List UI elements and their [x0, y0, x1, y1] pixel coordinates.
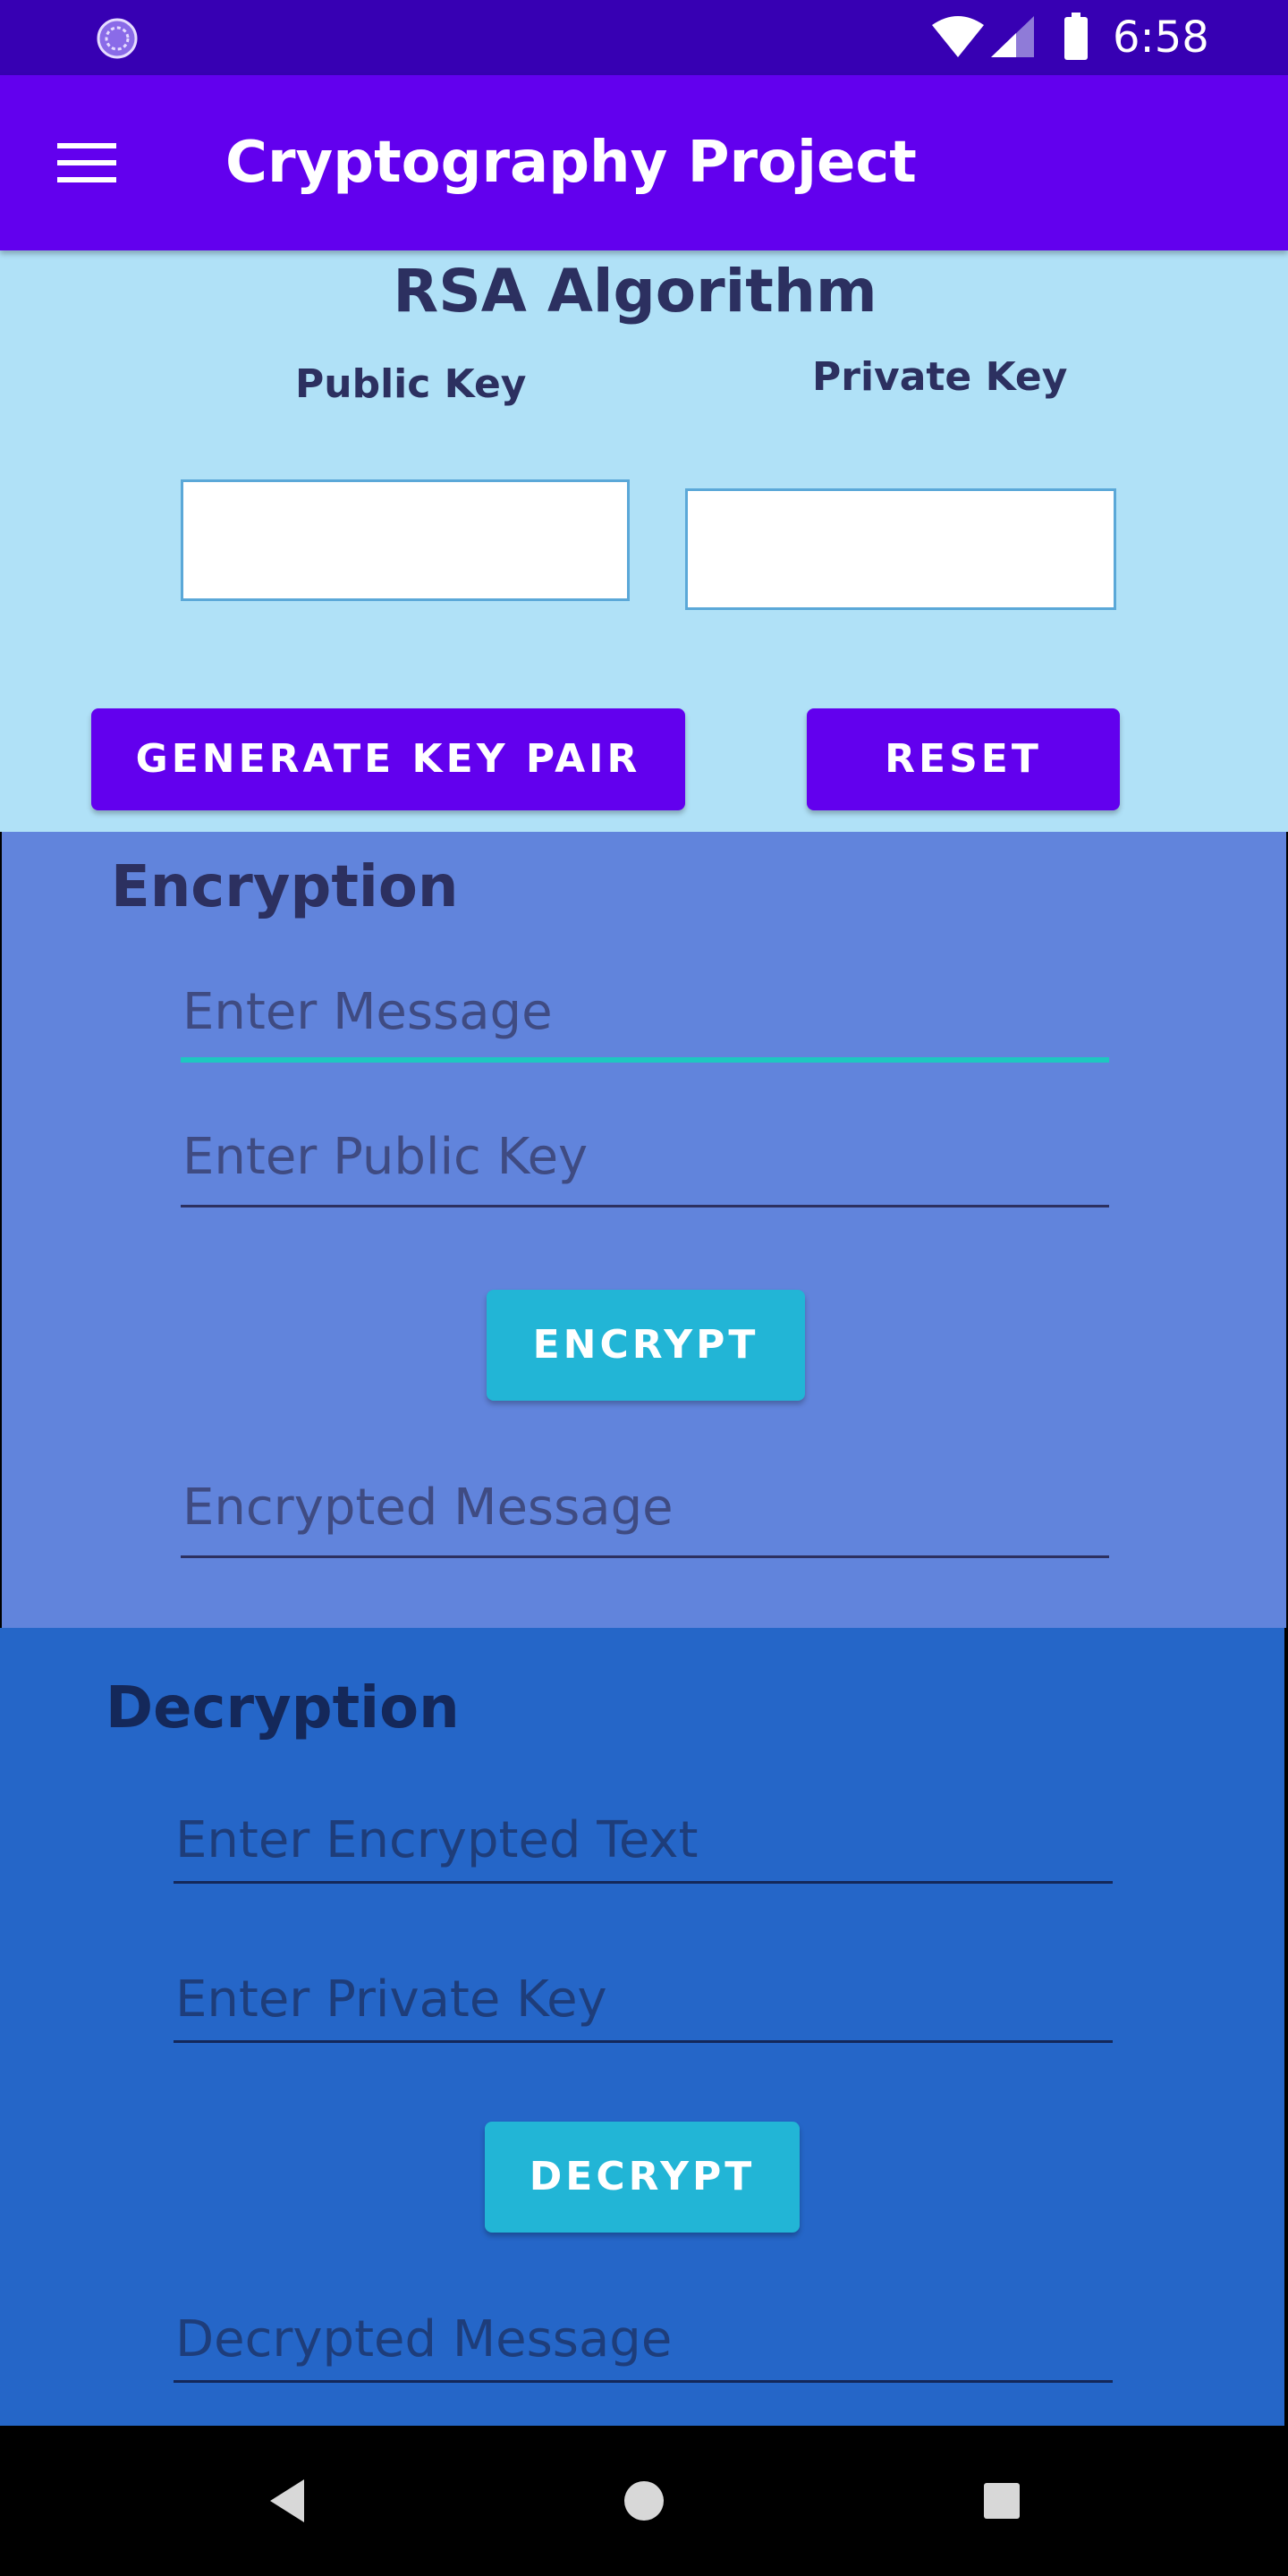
private-key-label: Private Key: [812, 354, 1068, 400]
message-input[interactable]: Enter Message: [181, 977, 1109, 1063]
public-key-label: Public Key: [295, 361, 527, 407]
rsa-section: RSA Algorithm Public Key Private Key GEN…: [0, 250, 1288, 832]
public-key-input[interactable]: Enter Public Key: [181, 1122, 1109, 1208]
decryption-section: Decryption Enter Encrypted Text Enter Pr…: [0, 1628, 1284, 2426]
app-title: Cryptography Project: [225, 130, 917, 196]
encrypted-message-field[interactable]: Encrypted Message: [181, 1472, 1109, 1558]
recents-icon[interactable]: [982, 2481, 1021, 2521]
generate-key-pair-button[interactable]: GENERATE KEY PAIR: [91, 708, 685, 810]
app-bar: Cryptography Project: [0, 75, 1288, 250]
home-icon[interactable]: [623, 2479, 665, 2522]
back-icon[interactable]: [265, 2476, 308, 2526]
public-key-output[interactable]: [181, 479, 630, 601]
status-time: 6:58: [1113, 13, 1209, 63]
app-logo-icon: [97, 18, 138, 59]
private-key-output[interactable]: [685, 488, 1116, 610]
decryption-title: Decryption: [106, 1675, 460, 1741]
reset-button[interactable]: RESET: [807, 708, 1120, 810]
wifi-icon: [930, 14, 986, 59]
battery-icon: [1063, 13, 1089, 61]
decrypted-message-field[interactable]: Decrypted Message: [174, 2304, 1113, 2383]
private-key-input[interactable]: Enter Private Key: [174, 1964, 1113, 2043]
encryption-section: Encryption Enter Message Enter Public Ke…: [2, 832, 1286, 1628]
menu-icon[interactable]: [55, 140, 118, 186]
decrypt-button[interactable]: DECRYPT: [485, 2122, 800, 2233]
encrypt-button[interactable]: ENCRYPT: [487, 1290, 805, 1401]
rsa-title: RSA Algorithm: [393, 257, 877, 326]
encrypted-text-input[interactable]: Enter Encrypted Text: [174, 1805, 1113, 1884]
navigation-bar: [0, 2426, 1288, 2576]
status-bar: 6:58: [0, 0, 1288, 75]
signal-icon: [989, 14, 1036, 59]
encryption-title: Encryption: [111, 854, 459, 920]
